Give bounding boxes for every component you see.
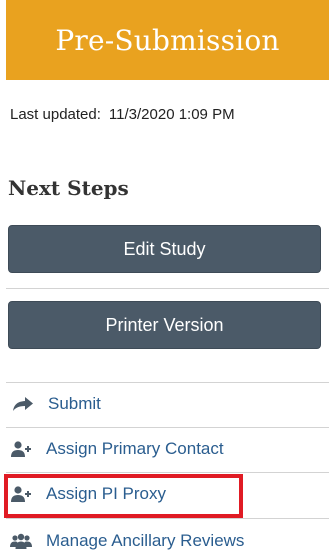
assign-primary-contact-label: Assign Primary Contact: [46, 439, 224, 458]
manage-ancillary-reviews-label: Manage Ancillary Reviews: [46, 531, 245, 550]
next-steps-heading: Next Steps: [8, 176, 129, 200]
divider: [6, 518, 329, 519]
state-banner: Pre-Submission: [6, 0, 329, 80]
highlight-box: [4, 474, 243, 518]
add-user-icon: [10, 440, 32, 458]
divider: [6, 472, 329, 473]
edit-study-button[interactable]: Edit Study: [8, 225, 321, 273]
manage-ancillary-reviews-action[interactable]: Manage Ancillary Reviews: [10, 526, 244, 556]
assign-primary-contact-action[interactable]: Assign Primary Contact: [10, 434, 224, 464]
printer-version-button[interactable]: Printer Version: [8, 301, 321, 349]
divider: [6, 427, 329, 428]
divider: [6, 288, 329, 289]
state-title: Pre-Submission: [55, 23, 280, 57]
submit-action[interactable]: Submit: [12, 389, 101, 419]
last-updated-value: 11/3/2020 1:09 PM: [108, 106, 235, 123]
last-updated-label: Last updated:: [10, 106, 101, 123]
last-updated: Last updated: 11/3/2020 1:09 PM: [10, 106, 235, 123]
share-arrow-icon: [12, 395, 34, 413]
submit-label: Submit: [48, 394, 101, 413]
divider: [6, 382, 329, 383]
users-group-icon: [10, 532, 32, 550]
